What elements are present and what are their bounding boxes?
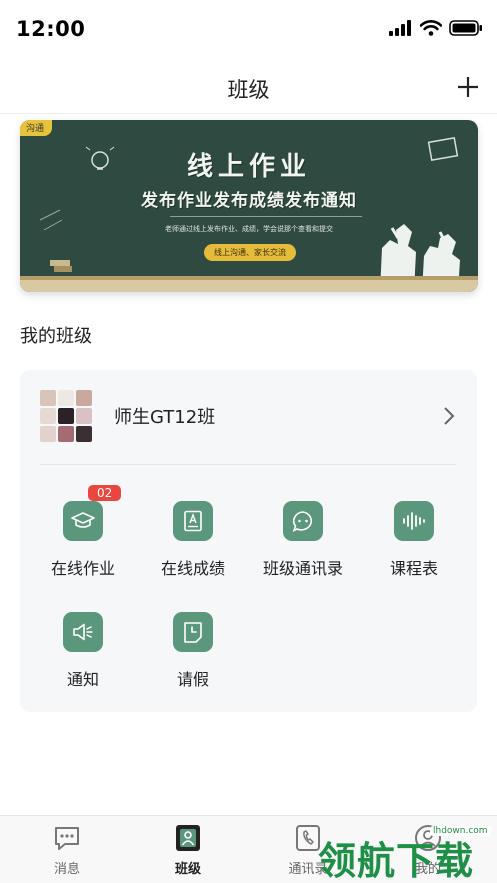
score-sheet-icon: [173, 501, 213, 541]
banner-subtitle: 发布作业发布成绩发布通知: [141, 191, 357, 211]
class-header[interactable]: 师生GT12班: [40, 390, 456, 442]
watermark-url: lhdown.com: [430, 826, 491, 836]
function-label: 班级通讯录: [262, 559, 343, 578]
page-title: 班级: [227, 78, 270, 102]
tab-class[interactable]: 班级: [143, 824, 233, 880]
banner-tag: 沟通: [20, 120, 53, 136]
chevron-right-icon: [444, 407, 455, 425]
banner-description: 老师通过线上发布作业、成绩，学会说那个查看和提交: [165, 225, 333, 233]
class-icon: [176, 825, 200, 851]
clock-calendar-icon: [173, 612, 213, 652]
function-label: 课程表: [389, 559, 438, 578]
banner-floor: [20, 280, 478, 292]
function-class-contacts[interactable]: 班级通讯录: [248, 501, 358, 591]
function-notice[interactable]: 通知: [28, 612, 138, 702]
graduation-cap-icon: [63, 501, 103, 541]
status-time: 12:00: [16, 17, 86, 41]
divider: [40, 464, 456, 465]
banner[interactable]: 沟通 线上作业 发布作业发布成绩发布通知 老师通过线上发布作业、成绩，学会说那个…: [20, 120, 478, 292]
chat-bubble-icon: [283, 501, 323, 541]
class-card: 师生GT12班 02 在线作业 在线成绩 班级通讯录 课程表 通知 请假: [20, 370, 477, 712]
battery-icon: [449, 20, 482, 36]
speaker-icon: [63, 612, 103, 652]
function-label: 在线成绩: [160, 559, 225, 578]
function-label: 通知: [66, 670, 99, 689]
banner-pill: 线上沟通、家长交流: [204, 244, 296, 261]
section-title: 我的班级: [20, 326, 92, 347]
wifi-icon: [420, 20, 442, 36]
function-label: 请假: [176, 670, 209, 689]
status-bar: 12:00: [0, 0, 497, 58]
watermark-text: 领航下载: [318, 839, 475, 883]
message-icon: [55, 827, 79, 850]
function-leave-request[interactable]: 请假: [138, 612, 248, 702]
class-name: 师生GT12班: [114, 407, 216, 428]
watermark: 领航下载 lhdown.com: [300, 822, 497, 883]
function-timetable[interactable]: 课程表: [359, 501, 469, 591]
banner-title: 线上作业: [186, 152, 311, 182]
function-online-homework[interactable]: 02 在线作业: [28, 485, 138, 591]
status-icons: [389, 20, 483, 36]
avatar: [40, 390, 92, 442]
tab-messages[interactable]: 消息: [22, 824, 112, 880]
function-label: 在线作业: [50, 559, 115, 578]
audio-wave-icon: [394, 501, 434, 541]
banner-divider: [170, 216, 362, 217]
notification-badge: 02: [88, 485, 122, 501]
nav-bar: 班级: [0, 58, 497, 114]
tab-label: 班级: [174, 862, 201, 877]
function-online-scores[interactable]: 在线成绩: [138, 501, 248, 591]
tab-label: 消息: [53, 862, 80, 877]
signal-icon: [389, 20, 411, 36]
add-icon[interactable]: [457, 76, 479, 98]
